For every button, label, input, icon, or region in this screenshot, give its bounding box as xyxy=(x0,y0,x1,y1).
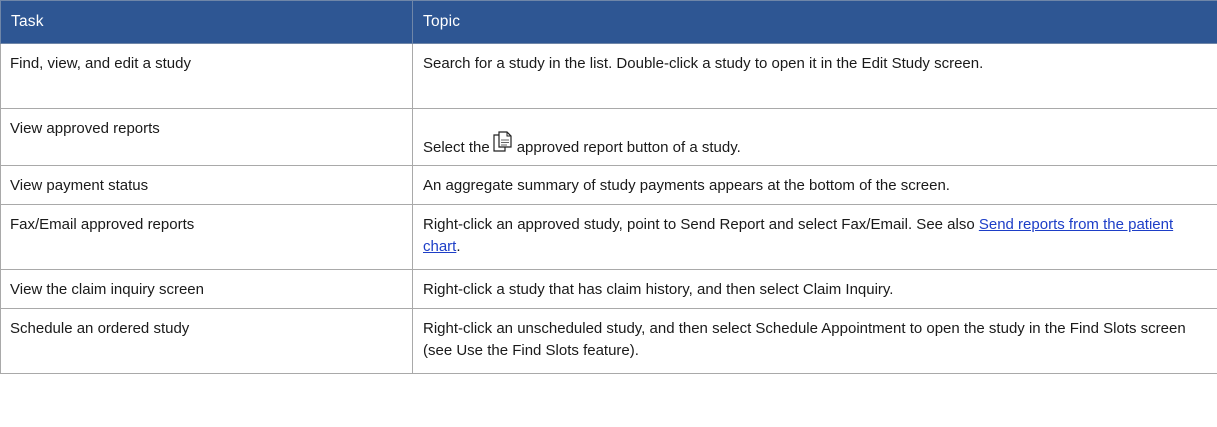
table-header-row: Task Topic xyxy=(0,0,1217,44)
task-cell: View payment status xyxy=(0,165,413,205)
topic-text-after-icon: approved report button of a study. xyxy=(516,139,741,156)
topic-cell: An aggregate summary of study payments a… xyxy=(412,165,1217,205)
topic-text-end: . xyxy=(456,238,461,255)
table-row: Fax/Email approved reports Right-click a… xyxy=(0,204,1217,270)
table-row: View the claim inquiry screen Right-clic… xyxy=(0,269,1217,309)
table-row: Schedule an ordered study Right-click an… xyxy=(0,308,1217,374)
task-cell: View the claim inquiry screen xyxy=(0,269,413,309)
topic-cell: Right-click an approved study, point to … xyxy=(412,204,1217,270)
topic-text-before-icon: Select the xyxy=(423,139,490,156)
column-header-topic: Topic xyxy=(412,0,1217,44)
topic-cell: Right-click a study that has claim histo… xyxy=(412,269,1217,309)
column-header-task: Task xyxy=(0,0,413,44)
table-row: View approved reports Select the approve… xyxy=(0,108,1217,166)
table-row: View payment status An aggregate summary… xyxy=(0,165,1217,205)
task-topic-table: Task Topic Find, view, and edit a study … xyxy=(0,0,1217,374)
topic-cell: Search for a study in the list. Double-c… xyxy=(412,43,1217,109)
table-row: Find, view, and edit a study Search for … xyxy=(0,43,1217,109)
topic-text: Right-click an approved study, point to … xyxy=(423,216,975,233)
task-cell: Find, view, and edit a study xyxy=(0,43,413,109)
task-cell: Fax/Email approved reports xyxy=(0,204,413,270)
task-cell: View approved reports xyxy=(0,108,413,166)
approved-report-icon xyxy=(492,131,514,155)
task-cell: Schedule an ordered study xyxy=(0,308,413,374)
topic-cell: Right-click an unscheduled study, and th… xyxy=(412,308,1217,374)
topic-cell: Select the approved report button of a s… xyxy=(412,108,1217,166)
